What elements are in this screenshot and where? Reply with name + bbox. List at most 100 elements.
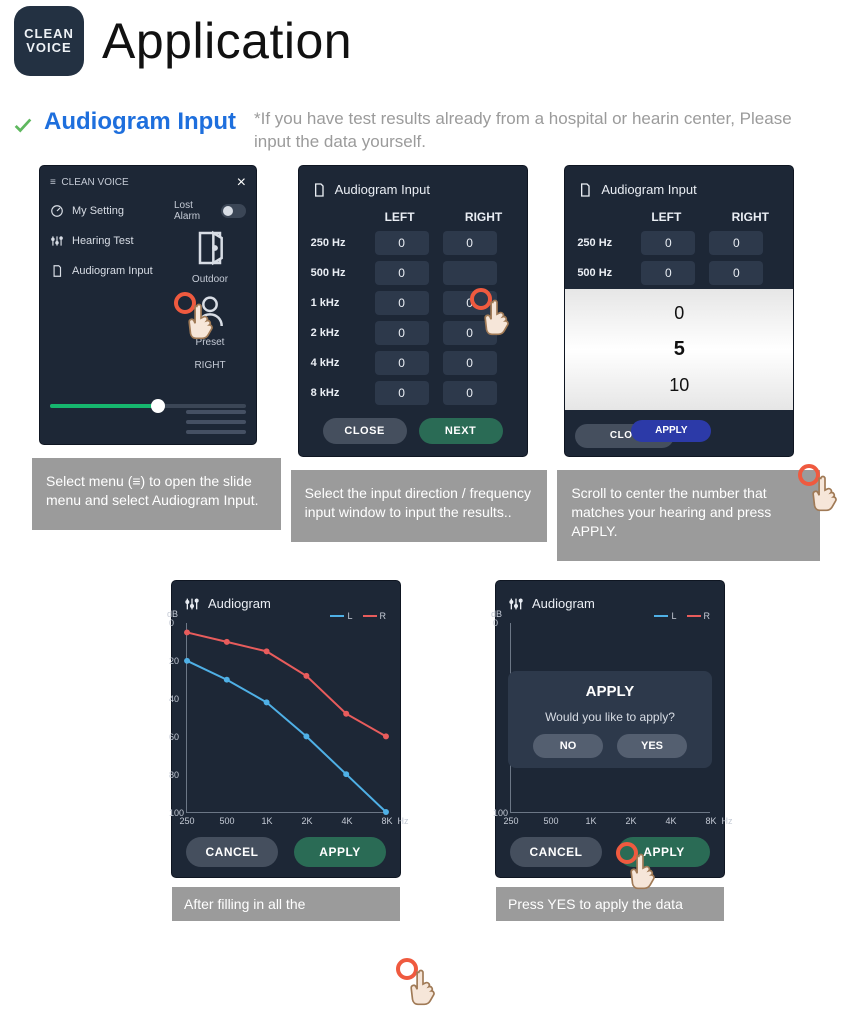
section-note: *If you have test results already from a… (254, 108, 830, 154)
caption-5: Press YES to apply the data (496, 887, 724, 922)
y-tick: 60 (169, 732, 179, 742)
col-left: LEFT (375, 210, 425, 224)
freq-row: 8 kHz 00 (311, 378, 515, 408)
dialog-no-button[interactable]: NO (533, 734, 603, 758)
screen-title: Audiogram Input (601, 182, 696, 197)
volume-slider[interactable] (50, 404, 246, 408)
picker-wheel[interactable]: 0 5 10 (565, 289, 793, 410)
value-left[interactable]: 0 (375, 231, 429, 255)
sliders-icon (508, 596, 524, 612)
freq-label: 1 kHz (311, 297, 361, 309)
freq-row: 250 Hz00 (311, 228, 515, 258)
caption-1: Select menu (≡) to open the slide menu a… (32, 458, 281, 530)
value-right[interactable]: 0 (443, 351, 497, 375)
x-tick: 4K (341, 816, 352, 826)
lost-alarm-label: Lost Alarm (174, 200, 215, 222)
button-row: CANCEL APPLY (184, 837, 388, 867)
col-headers: LEFT RIGHT (577, 204, 781, 228)
next-button[interactable]: NEXT (419, 418, 503, 444)
value-right[interactable] (443, 261, 497, 285)
freq-row: 1 kHz 00 (311, 288, 515, 318)
x-tick: 500 (219, 816, 234, 826)
picker-val-selected: 5 (674, 338, 685, 361)
value-right[interactable]: 0 (443, 321, 497, 345)
document-icon (50, 264, 64, 278)
col-right: RIGHT (725, 210, 775, 224)
chart-legend: L R (654, 611, 710, 621)
value-right[interactable]: 0 (443, 231, 497, 255)
y-tick: 40 (169, 694, 179, 704)
value-right[interactable]: 0 (443, 381, 497, 405)
door-icon[interactable] (190, 228, 230, 268)
phone-wheel: Audiogram Input LEFT RIGHT 250 Hz00500 H… (565, 166, 793, 456)
phone-audiogram-chart: Audiogram L R dB 0204060801002505001K2K4… (172, 581, 400, 877)
value-right[interactable]: 0 (709, 261, 763, 285)
cancel-button[interactable]: CANCEL (186, 837, 278, 867)
value-left[interactable]: 0 (641, 231, 695, 255)
dialog-question: Would you like to apply? (545, 710, 675, 724)
value-right[interactable]: 0 (709, 231, 763, 255)
volume-slider-row (50, 404, 246, 408)
x-axis-title: Hz (722, 816, 733, 826)
button-row: CLOSE NEXT (311, 418, 515, 444)
cancel-button[interactable]: CANCEL (510, 837, 602, 867)
value-left[interactable]: 0 (375, 291, 429, 315)
person-icon[interactable] (190, 291, 230, 331)
hamburger-icon[interactable]: ≡ CLEAN VOICE (50, 177, 129, 188)
x-tick: 8K (705, 816, 716, 826)
x-tick: 500 (543, 816, 558, 826)
picker-val: 0 (674, 303, 684, 324)
logo-line-2: VOICE (26, 41, 71, 55)
freq-label: 500 Hz (311, 267, 361, 279)
caption-4: After filling in all the (172, 887, 400, 922)
row-1: ≡ CLEAN VOICE × My Setting Hearing Test … (0, 158, 842, 561)
freq-label: 500 Hz (577, 267, 627, 279)
x-tick: 1K (261, 816, 272, 826)
row-2: Audiogram L R dB 0204060801002505001K2K4… (0, 561, 842, 922)
screen-title: Audiogram (532, 596, 595, 611)
caption-2: Select the input direction / frequency i… (291, 470, 548, 542)
apply-button[interactable]: APPLY (631, 420, 711, 442)
close-icon[interactable]: × (237, 174, 246, 192)
page-title: Application (102, 12, 352, 70)
x-tick: 250 (179, 816, 194, 826)
check-icon (12, 114, 34, 136)
document-icon (577, 182, 593, 198)
value-left[interactable]: 0 (375, 381, 429, 405)
document-icon (311, 182, 327, 198)
pointer-hand-icon (388, 950, 442, 1004)
lost-alarm-toggle[interactable] (221, 204, 246, 218)
apply-button[interactable]: APPLY (294, 837, 386, 867)
header: CLEAN VOICE Application (0, 0, 842, 82)
preset-label: Preset (196, 337, 225, 348)
y-tick: 0 (169, 618, 174, 628)
outdoor-label: Outdoor (192, 274, 228, 285)
app-logo: CLEAN VOICE (14, 6, 84, 76)
value-left[interactable]: 0 (375, 321, 429, 345)
apply-button[interactable]: APPLY (618, 837, 710, 867)
value-left[interactable]: 0 (375, 351, 429, 375)
chart-legend: L R (330, 611, 386, 621)
screen-title: Audiogram Input (335, 182, 430, 197)
y-tick: 20 (169, 656, 179, 666)
freq-label: 8 kHz (311, 387, 361, 399)
value-left[interactable]: 0 (375, 261, 429, 285)
phone-right-column: Lost Alarm Outdoor Preset RIGHT (174, 200, 246, 371)
screen-header: Audiogram Input (311, 176, 515, 204)
section-title: Audiogram Input (44, 108, 236, 136)
picker-val: 10 (669, 375, 689, 396)
phone-menu: ≡ CLEAN VOICE × My Setting Hearing Test … (40, 166, 256, 444)
value-right[interactable]: 0 (443, 291, 497, 315)
section-heading: Audiogram Input *If you have test result… (0, 82, 842, 158)
speedometer-icon (50, 204, 64, 218)
close-button[interactable]: CLOSE (323, 418, 407, 444)
dialog-yes-button[interactable]: YES (617, 734, 687, 758)
button-row: CANCEL APPLY (508, 837, 712, 867)
panel-4: Audiogram L R dB 0204060801002505001K2K4… (172, 581, 400, 922)
freq-label: 4 kHz (311, 357, 361, 369)
x-tick: 250 (503, 816, 518, 826)
screen-title: Audiogram (208, 596, 271, 611)
freq-label: 2 kHz (311, 327, 361, 339)
value-left[interactable]: 0 (641, 261, 695, 285)
panel-3: Audiogram Input LEFT RIGHT 250 Hz00500 H… (565, 166, 812, 561)
